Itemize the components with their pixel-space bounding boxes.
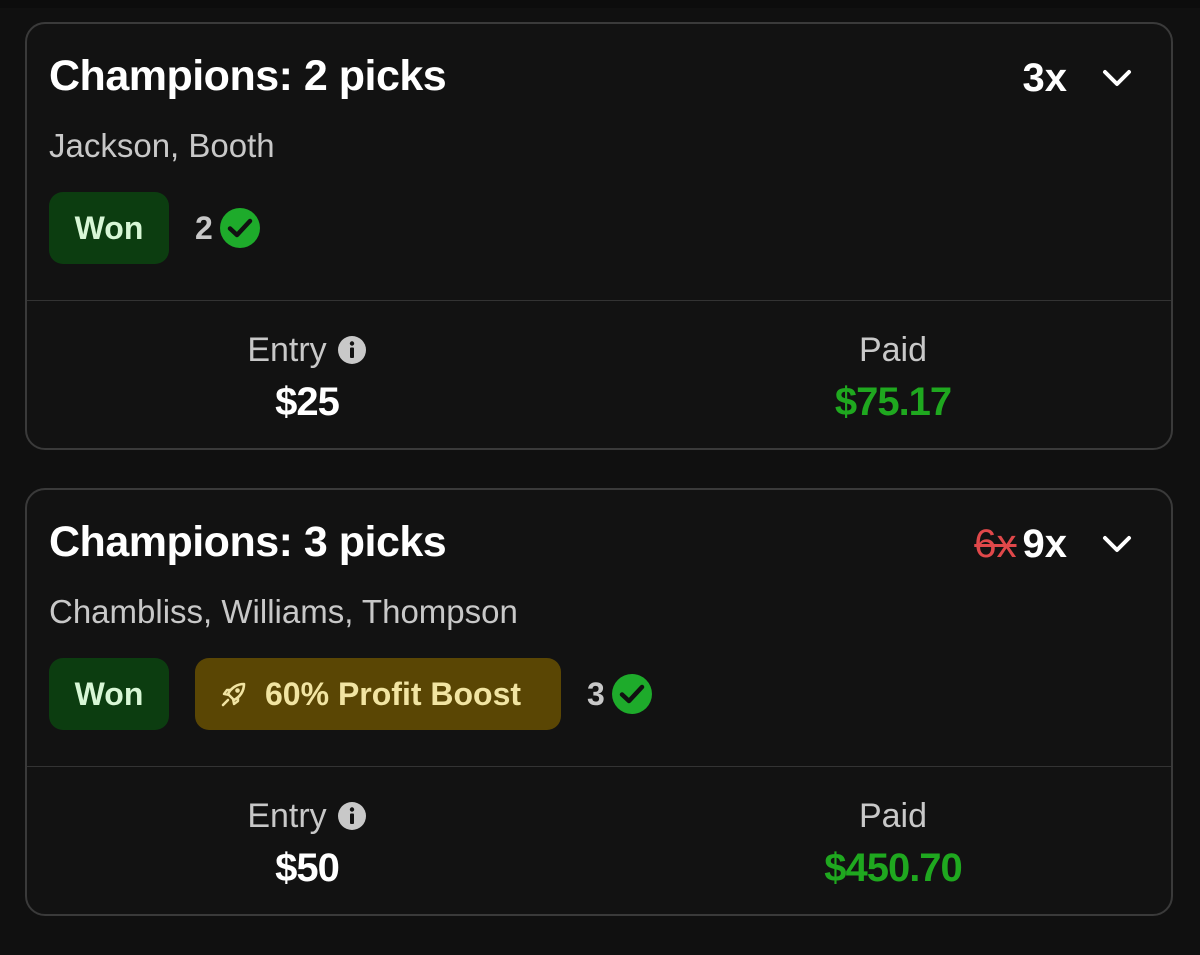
payout-multiplier: 3x	[1023, 56, 1068, 101]
payout-multiplier: 6x 9x	[974, 522, 1067, 567]
paid-amount: Paid $75.17	[693, 326, 1093, 425]
chevron-down-icon[interactable]	[1099, 64, 1135, 92]
status-badge: Won	[49, 658, 169, 730]
correct-picks-count: 2	[195, 209, 213, 246]
paid-value: $450.70	[824, 846, 963, 890]
multiplier-value: 9x	[1022, 522, 1068, 566]
entry-amount: Entry $50	[107, 792, 507, 891]
paid-label: Paid	[858, 796, 928, 835]
divider	[27, 300, 1171, 301]
entry-value: $25	[275, 380, 340, 424]
profit-boost-label: 60% Profit Boost	[265, 675, 522, 712]
chevron-down-icon[interactable]	[1099, 530, 1135, 558]
profit-boost-badge: 60% Profit Boost	[195, 658, 561, 730]
entries-page: Champions: 2 picks 3x Jackson, Booth Won…	[0, 0, 1200, 955]
entry-label-text: Entry	[247, 796, 327, 835]
info-icon[interactable]	[337, 801, 367, 831]
paid-amount: Paid $450.70	[693, 792, 1093, 891]
status-row: Won 60% Profit Boost 3	[49, 658, 653, 730]
paid-label: Paid	[858, 330, 928, 369]
entry-title: Champions: 3 picks	[49, 518, 447, 566]
picked-players: Chambliss, Williams, Thompson	[49, 593, 518, 630]
multiplier-value: 3x	[1022, 56, 1068, 100]
correct-picks: 2	[195, 207, 261, 249]
divider	[27, 766, 1171, 767]
info-icon[interactable]	[337, 335, 367, 365]
entry-amount: Entry $25	[107, 326, 507, 425]
entry-label: Entry	[107, 792, 507, 840]
check-circle-icon	[219, 208, 260, 248]
entry-card[interactable]: Champions: 2 picks 3x Jackson, Booth Won…	[25, 22, 1173, 450]
entry-title: Champions: 2 picks	[49, 52, 447, 100]
entry-label-text: Entry	[247, 330, 327, 369]
check-circle-icon	[611, 674, 652, 714]
rocket-icon	[221, 682, 246, 707]
entry-card[interactable]: Champions: 3 picks 6x 9x Chambliss, Willi…	[25, 488, 1173, 916]
picked-players: Jackson, Booth	[49, 127, 275, 164]
entry-value: $50	[275, 846, 340, 890]
paid-value: $75.17	[834, 380, 952, 424]
status-badge: Won	[49, 192, 169, 264]
status-row: Won 2	[49, 192, 261, 264]
original-multiplier: 6x	[974, 522, 1017, 566]
correct-picks: 3	[587, 673, 653, 715]
entry-label: Entry	[107, 326, 507, 374]
correct-picks-count: 3	[587, 675, 605, 712]
top-strip	[0, 0, 1200, 8]
